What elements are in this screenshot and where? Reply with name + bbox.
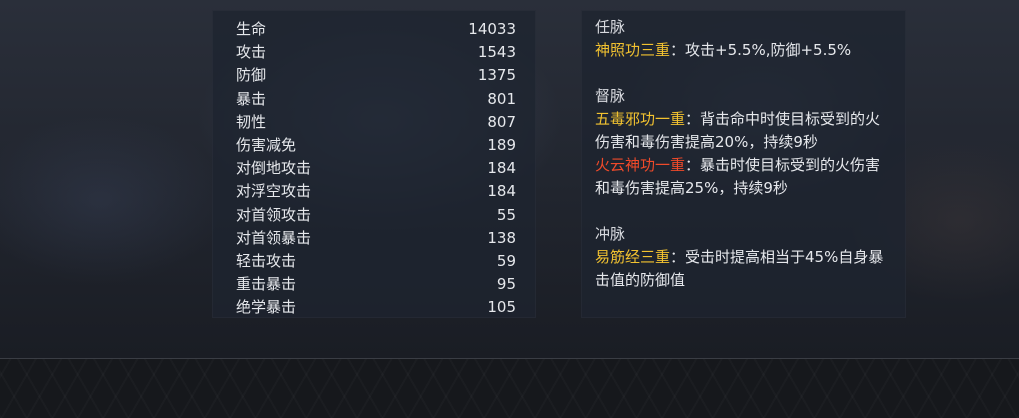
stat-row: 防御 1375 [236,64,516,87]
stat-value: 1543 [477,43,516,62]
skill-entry: 五毒邪功一重：背击命中时使目标受到的火伤害和毒伤害提高20%，持续9秒 [595,108,895,154]
stat-name: 韧性 [236,112,267,131]
stat-row: 对倒地攻击 184 [236,157,516,180]
meridian-section-chong: 冲脉 易筋经三重：受击时提高相当于45%自身暴击值的防御值 [595,223,895,292]
stat-row: 对首领暴击 138 [236,227,516,250]
stat-row: 伤害减免 189 [236,134,516,157]
meridian-title: 冲脉 [595,225,626,243]
stat-row: 轻击攻击 59 [236,250,516,273]
skill-name: 易筋经三重 [595,248,671,266]
skill-entry: 神照功三重：攻击+5.5%,防御+5.5% [595,39,895,62]
skill-name: 五毒邪功一重 [595,110,686,128]
stat-name: 暴击 [236,89,267,108]
stat-value: 1375 [477,66,516,85]
stat-value: 105 [487,298,516,317]
stat-row: 攻击 1543 [236,41,516,64]
stat-row: 绝学暴击 105 [236,296,516,318]
stat-value: 55 [496,205,516,224]
skill-description: ：攻击+5.5%,防御+5.5% [670,41,852,59]
stat-value: 184 [487,159,516,178]
stat-name: 重击暴击 [236,275,297,294]
stat-name: 防御 [236,66,267,85]
stat-row: 韧性 807 [236,111,516,134]
stat-value: 59 [496,251,516,270]
attribute-stats-panel[interactable]: 生命 14033 攻击 1543 防御 1375 暴击 801 韧性 807 伤害减免 18… [212,10,536,318]
meridian-effects-panel[interactable]: 任脉 神照功三重：攻击+5.5%,防御+5.5% 督脉 五毒邪功一重：背击命中时… [581,10,906,318]
stat-row: 重击暴击 95 [236,273,516,296]
stat-name: 攻击 [236,43,267,62]
stat-row: 暴击 801 [236,88,516,111]
stat-row: 生命 14033 [236,18,516,41]
meridian-section-ren: 任脉 神照功三重：攻击+5.5%,防御+5.5% [595,16,895,62]
skill-name: 神照功三重 [595,41,671,59]
bottom-decorative-band [0,358,1019,418]
stat-name: 对倒地攻击 [236,159,312,178]
stat-value: 184 [487,182,516,201]
skill-entry: 易筋经三重：受击时提高相当于45%自身暴击值的防御值 [595,246,895,292]
attribute-stats-list: 生命 14033 攻击 1543 防御 1375 暴击 801 韧性 807 伤害减免 18… [236,18,516,318]
skill-name: 火云神功一重 [595,156,686,174]
stat-name: 伤害减免 [236,135,297,154]
meridian-effects-content: 任脉 神照功三重：攻击+5.5%,防御+5.5% 督脉 五毒邪功一重：背击命中时… [595,16,895,315]
stat-name: 对首领攻击 [236,205,312,224]
stat-value: 189 [487,135,516,154]
stat-row: 对首领攻击 55 [236,204,516,227]
stat-name: 生命 [236,20,267,38]
meridian-title: 任脉 [595,18,626,36]
meridian-title: 督脉 [595,87,626,105]
stat-name: 轻击攻击 [236,251,297,270]
stat-row: 对浮空攻击 184 [236,180,516,203]
stat-name: 绝学暴击 [236,298,297,317]
stat-value: 95 [496,275,516,294]
stat-value: 14033 [468,20,516,38]
stat-value: 801 [487,89,516,108]
stat-name: 对浮空攻击 [236,182,312,201]
stat-value: 138 [487,228,516,247]
stat-value: 807 [487,112,516,131]
stat-name: 对首领暴击 [236,228,312,247]
meridian-section-du: 督脉 五毒邪功一重：背击命中时使目标受到的火伤害和毒伤害提高20%，持续9秒 火… [595,85,895,200]
skill-entry: 火云神功一重：暴击时使目标受到的火伤害和毒伤害提高25%，持续9秒 [595,154,895,200]
